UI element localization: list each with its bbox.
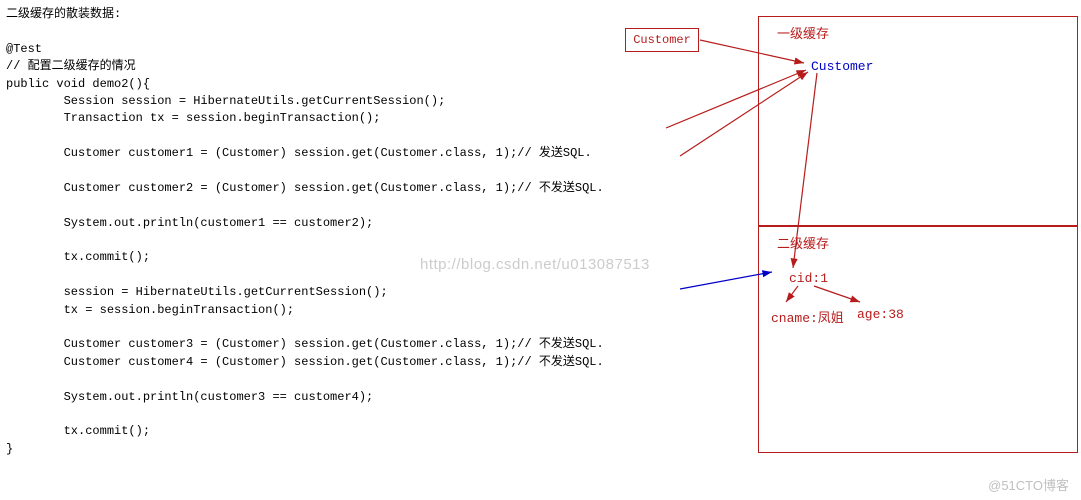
level2-cache-title: 二级缓存: [777, 233, 829, 252]
title-line: 二级缓存的散装数据:: [6, 7, 121, 21]
level2-cname: cname:凤姐: [771, 307, 844, 326]
level1-customer-label: Customer: [811, 59, 873, 74]
customer-box-label: Customer: [633, 33, 691, 47]
code-text: @Test // 配置二级缓存的情况 public void demo2(){ …: [6, 42, 604, 456]
level1-cache-box: 一级缓存 Customer: [758, 16, 1078, 226]
watermark-51cto: @51CTO博客: [988, 475, 1069, 494]
customer-box: Customer: [625, 28, 699, 52]
code-block: 二级缓存的散装数据: @Test // 配置二级缓存的情况 public voi…: [6, 6, 604, 458]
level1-cache-title: 一级缓存: [777, 23, 829, 42]
watermark-csdn: http://blog.csdn.net/u013087513: [420, 256, 650, 273]
level2-cache-box: 二级缓存 cid:1 cname:凤姐 age:38: [758, 226, 1078, 453]
level2-age: age:38: [857, 307, 904, 322]
level2-cid: cid:1: [789, 271, 828, 286]
